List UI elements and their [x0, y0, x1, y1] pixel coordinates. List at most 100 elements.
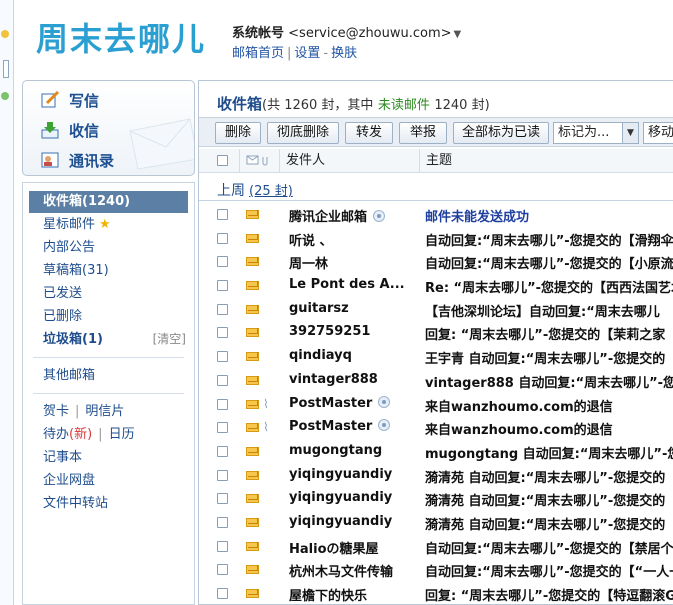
write-button[interactable]: 写信	[41, 87, 99, 113]
email-sender[interactable]: 屋檐下的快乐	[289, 585, 415, 604]
row-checkbox[interactable]	[217, 256, 228, 268]
contact-card-icon[interactable]	[373, 210, 386, 222]
email-subject[interactable]: 自动回复:“周末去哪儿”-您提交的【“一人一	[425, 561, 673, 580]
email-subject[interactable]: 漪清苑 自动回复:“周末去哪儿”-您提交的【	[425, 514, 673, 533]
link-todo[interactable]: 待办(新)	[43, 427, 92, 442]
contact-card-icon[interactable]	[378, 395, 391, 408]
email-subject[interactable]: 回复: “周末去哪儿”-您提交的【茉莉之家	[425, 324, 673, 343]
email-row[interactable]: yiqingyuandiy 漪清苑 自动回复:“周末去哪儿”-您提交的【	[199, 511, 673, 535]
email-row[interactable]: 屋檐下的快乐 回复: “周末去哪儿”-您提交的【特逗翻滚G	[199, 582, 673, 604]
spam-clear-link[interactable]: [清空]	[153, 328, 186, 351]
email-subject[interactable]: 自动回复:“周末去哪儿”-您提交的【滑翔伞火	[425, 230, 673, 249]
email-row[interactable]: ⌇ PostMaster 来自wanzhoumo.com的退信	[199, 393, 673, 417]
email-sender[interactable]: 周一林	[289, 253, 415, 272]
row-checkbox[interactable]	[217, 516, 228, 528]
email-row[interactable]: vintager888 vintager888 自动回复:“周末去哪儿”-您提	[199, 369, 673, 393]
forward-button[interactable]: 转发	[345, 122, 393, 144]
email-row[interactable]: mugongtang mugongtang 自动回复:“周末去哪儿”-您提	[199, 440, 673, 464]
report-button[interactable]: 举报	[399, 122, 447, 144]
email-sender[interactable]: 腾讯企业邮箱	[289, 206, 415, 225]
email-subject[interactable]: Re: “周末去哪儿”-您提交的【西西法国艺术	[425, 277, 673, 296]
email-sender[interactable]: yiqingyuandiy	[289, 467, 415, 482]
email-sender[interactable]: qindiayq	[289, 348, 415, 363]
email-sender[interactable]: vintager888	[289, 372, 415, 387]
col-subject[interactable]: 主题	[419, 149, 673, 173]
email-subject[interactable]: 王宇青 自动回复:“周末去哪儿”-您提交的【	[425, 348, 673, 367]
email-sender[interactable]: PostMaster	[289, 419, 415, 434]
email-row[interactable]: yiqingyuandiy 漪清苑 自动回复:“周末去哪儿”-您提交的【	[199, 487, 673, 511]
row-checkbox[interactable]	[217, 422, 228, 434]
folder-starred[interactable]: 星标邮件 ★	[23, 213, 194, 236]
link-file-transfer[interactable]: 文件中转站	[23, 492, 194, 515]
email-row[interactable]: yiqingyuandiy 漪清苑 自动回复:“周末去哪儿”-您提交的【	[199, 464, 673, 488]
move-to-select[interactable]: 移动到	[643, 122, 673, 144]
email-sender[interactable]: guitarsz	[289, 301, 415, 316]
chevron-down-icon[interactable]: ▼	[454, 29, 462, 40]
folder-drafts[interactable]: 草稿箱(31)	[23, 259, 194, 282]
email-row[interactable]: guitarsz 【吉他深圳论坛】自动回复:“周末去哪儿	[199, 298, 673, 322]
link-postcard[interactable]: 明信片	[85, 404, 124, 419]
link-settings[interactable]: 设置	[294, 46, 320, 61]
row-checkbox[interactable]	[217, 374, 228, 386]
folder-spam[interactable]: 垃圾箱(1) [清空]	[23, 328, 194, 351]
link-greeting-card[interactable]: 贺卡	[43, 404, 69, 419]
folder-sent[interactable]: 已发送	[23, 282, 194, 305]
row-checkbox[interactable]	[217, 209, 228, 220]
email-subject[interactable]: 回复: “周末去哪儿”-您提交的【特逗翻滚G	[425, 585, 673, 604]
row-checkbox[interactable]	[217, 303, 228, 315]
email-sender[interactable]: 392759251	[289, 324, 415, 339]
email-subject[interactable]: 自动回复:“周末去哪儿”-您提交的【小原流插	[425, 253, 673, 272]
email-sender[interactable]: 听说 、	[289, 230, 415, 249]
mark-all-read-button[interactable]: 全部标为已读	[453, 122, 549, 144]
row-checkbox[interactable]	[217, 280, 228, 292]
email-subject[interactable]: 自动回复:“周末去哪儿”-您提交的【禁居个原	[425, 538, 673, 557]
email-subject[interactable]: 邮件未能发送成功	[425, 206, 673, 225]
folder-other[interactable]: 其他邮箱	[23, 364, 194, 387]
row-checkbox[interactable]	[217, 540, 228, 552]
email-subject[interactable]: 来自wanzhoumo.com的退信	[425, 396, 673, 415]
row-checkbox[interactable]	[217, 398, 228, 410]
email-sender[interactable]: Le Pont des A...	[289, 277, 415, 292]
email-row[interactable]: 周一林 自动回复:“周末去哪儿”-您提交的【小原流插	[199, 250, 673, 274]
email-row[interactable]: ⌇ PostMaster 来自wanzhoumo.com的退信	[199, 416, 673, 440]
row-checkbox[interactable]	[217, 493, 228, 505]
folder-announcements[interactable]: 内部公告	[23, 236, 194, 259]
select-all-checkbox[interactable]	[217, 155, 228, 166]
contact-card-icon[interactable]	[378, 419, 391, 432]
email-sender[interactable]: 杭州木马文件传输	[289, 561, 415, 580]
email-row[interactable]: 392759251 回复: “周末去哪儿”-您提交的【茉莉之家	[199, 321, 673, 345]
row-checkbox[interactable]	[217, 445, 228, 457]
email-subject[interactable]: 漪清苑 自动回复:“周末去哪儿”-您提交的【	[425, 490, 673, 509]
email-subject[interactable]: vintager888 自动回复:“周末去哪儿”-您提	[425, 372, 673, 391]
email-row[interactable]: 听说 、自动回复:“周末去哪儿”-您提交的【滑翔伞火	[199, 227, 673, 251]
email-subject[interactable]: 来自wanzhoumo.com的退信	[425, 419, 673, 438]
email-subject[interactable]: mugongtang 自动回复:“周末去哪儿”-您提	[425, 443, 673, 462]
receive-button[interactable]: 收信	[41, 117, 99, 143]
week-count-link[interactable]: (25 封)	[249, 184, 293, 199]
email-row[interactable]: Le Pont des A... Re: “周末去哪儿”-您提交的【西西法国艺术	[199, 274, 673, 298]
email-row[interactable]: Halioの糖果屋 自动回复:“周末去哪儿”-您提交的【禁居个原	[199, 535, 673, 559]
email-subject[interactable]: 【吉他深圳论坛】自动回复:“周末去哪儿	[425, 301, 673, 320]
link-skin[interactable]: 换肤	[331, 46, 357, 61]
email-row[interactable]: 杭州木马文件传输 自动回复:“周末去哪儿”-您提交的【“一人一	[199, 558, 673, 582]
link-netdisk[interactable]: 企业网盘	[23, 469, 194, 492]
email-sender[interactable]: Halioの糖果屋	[289, 538, 415, 557]
delete-button[interactable]: 删除	[215, 122, 261, 144]
link-notes[interactable]: 记事本	[23, 446, 194, 469]
email-row[interactable]: qindiayq 王宇青 自动回复:“周末去哪儿”-您提交的【	[199, 345, 673, 369]
unread-link[interactable]: 未读邮件	[378, 98, 430, 113]
folder-inbox[interactable]: 收件箱(1240)	[29, 191, 188, 213]
row-checkbox[interactable]	[217, 351, 228, 363]
link-mail-home[interactable]: 邮箱首页	[232, 46, 284, 61]
email-sender[interactable]: yiqingyuandiy	[289, 490, 415, 505]
folder-deleted[interactable]: 已删除	[23, 305, 194, 328]
email-row[interactable]: 腾讯企业邮箱 邮件未能发送成功	[199, 203, 673, 227]
email-sender[interactable]: PostMaster	[289, 395, 415, 411]
col-icons[interactable]	[239, 149, 279, 173]
row-checkbox[interactable]	[217, 588, 228, 599]
link-calendar[interactable]: 日历	[109, 427, 135, 442]
row-checkbox[interactable]	[217, 232, 228, 244]
row-checkbox[interactable]	[217, 327, 228, 339]
col-sender[interactable]: 发件人	[279, 149, 419, 173]
panel-handle[interactable]	[3, 60, 9, 78]
